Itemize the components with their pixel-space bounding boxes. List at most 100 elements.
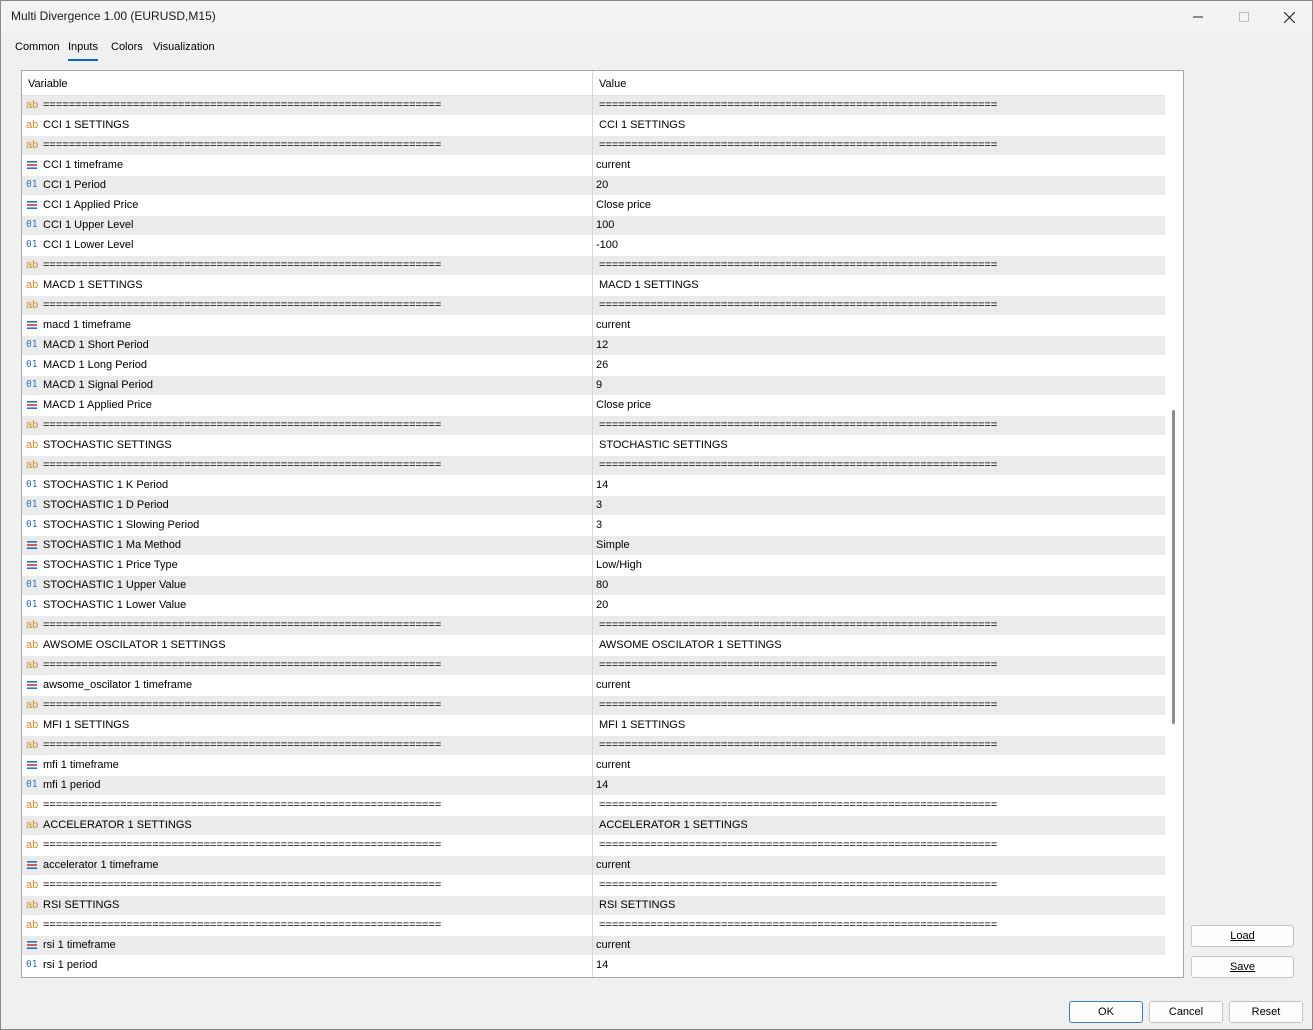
value-cell[interactable]: current [596,759,1156,771]
value-cell[interactable]: 14 [596,959,1156,971]
table-row[interactable]: ab ======================================… [22,296,1165,316]
value-cell[interactable]: ========================================… [599,99,1159,111]
value-cell[interactable]: CCI 1 SETTINGS [599,119,1159,131]
value-cell[interactable]: current [596,319,1156,331]
value-cell[interactable]: ========================================… [599,799,1159,811]
close-button[interactable] [1266,1,1312,33]
table-row[interactable]: ab ======================================… [22,656,1165,676]
table-row[interactable]: 01 rsi 1 period 14 [22,956,1165,976]
value-cell[interactable]: current [596,939,1156,951]
table-row[interactable]: ab MFI 1 SETTINGS MFI 1 SETTINGS [22,716,1165,736]
value-cell[interactable]: ========================================… [599,879,1159,891]
value-cell[interactable]: ========================================… [599,139,1159,151]
table-row[interactable]: ab ======================================… [22,616,1165,636]
table-row[interactable]: mfi 1 timeframe current [22,756,1165,776]
table-row[interactable]: ab ======================================… [22,796,1165,816]
table-row[interactable]: ab ======================================… [22,836,1165,856]
value-cell[interactable]: ========================================… [599,619,1159,631]
table-row[interactable]: ab ======================================… [22,416,1165,436]
table-row[interactable]: ab MACD 1 SETTINGS MACD 1 SETTINGS [22,276,1165,296]
table-row[interactable]: 01 MACD 1 Short Period 12 [22,336,1165,356]
table-row[interactable]: awsome_oscilator 1 timeframe current [22,676,1165,696]
table-row[interactable]: ab STOCHASTIC SETTINGS STOCHASTIC SETTINGS [22,436,1165,456]
table-row[interactable]: ab ======================================… [22,736,1165,756]
value-cell[interactable]: current [596,159,1156,171]
value-cell[interactable]: current [596,679,1156,691]
table-row[interactable]: 01 MACD 1 Long Period 26 [22,356,1165,376]
table-row[interactable]: macd 1 timeframe current [22,316,1165,336]
load-button[interactable]: Load [1191,925,1294,947]
table-row[interactable]: rsi 1 timeframe current [22,936,1165,956]
value-cell[interactable]: ========================================… [599,739,1159,751]
value-cell[interactable]: 14 [596,779,1156,791]
tab-inputs[interactable]: Inputs [68,41,98,61]
value-cell[interactable]: 9 [596,379,1156,391]
value-cell[interactable]: ========================================… [599,659,1159,671]
value-cell[interactable]: Simple [596,539,1156,551]
value-cell[interactable]: ========================================… [599,299,1159,311]
table-row[interactable]: MACD 1 Applied Price Close price [22,396,1165,416]
value-cell[interactable]: 3 [596,519,1156,531]
value-cell[interactable]: -100 [596,239,1156,251]
table-row[interactable]: ab ======================================… [22,696,1165,716]
minimize-button[interactable] [1175,1,1221,33]
table-row[interactable]: ab ======================================… [22,876,1165,896]
value-cell[interactable]: ========================================… [599,459,1159,471]
value-cell[interactable]: 20 [596,599,1156,611]
header-variable[interactable]: Variable [28,78,68,90]
table-row[interactable]: 01 CCI 1 Upper Level 100 [22,216,1165,236]
table-row[interactable]: ab ACCELERATOR 1 SETTINGS ACCELERATOR 1 SE… [22,816,1165,836]
value-cell[interactable]: ACCELERATOR 1 SETTINGS [599,819,1159,831]
table-row[interactable]: 01 CCI 1 Period 20 [22,176,1165,196]
value-cell[interactable]: STOCHASTIC SETTINGS [599,439,1159,451]
value-cell[interactable]: ========================================… [599,419,1159,431]
table-row[interactable]: ab ======================================… [22,136,1165,156]
value-cell[interactable]: 14 [596,479,1156,491]
value-cell[interactable]: 20 [596,179,1156,191]
table-row[interactable]: 01 MACD 1 Signal Period 9 [22,376,1165,396]
value-cell[interactable]: 80 [596,579,1156,591]
table-row[interactable]: 01 STOCHASTIC 1 K Period 14 [22,476,1165,496]
table-row[interactable]: 01 STOCHASTIC 1 Upper Value 80 [22,576,1165,596]
scrollbar-thumb[interactable] [1172,410,1175,724]
value-cell[interactable]: 26 [596,359,1156,371]
value-cell[interactable]: Low/High [596,559,1156,571]
value-cell[interactable]: AWSOME OSCILATOR 1 SETTINGS [599,639,1159,651]
table-row[interactable]: CCI 1 timeframe current [22,156,1165,176]
table-row[interactable]: CCI 1 Applied Price Close price [22,196,1165,216]
table-row[interactable]: ab ======================================… [22,96,1165,116]
table-row[interactable]: ab RSI SETTINGS RSI SETTINGS [22,896,1165,916]
tab-colors[interactable]: Colors [111,41,143,59]
value-cell[interactable]: 100 [596,219,1156,231]
value-cell[interactable]: ========================================… [599,919,1159,931]
table-row[interactable]: accelerator 1 timeframe current [22,856,1165,876]
value-cell[interactable]: Close price [596,199,1156,211]
ok-button[interactable]: OK [1069,1001,1143,1023]
value-cell[interactable]: RSI SETTINGS [599,899,1159,911]
save-button[interactable]: Save [1191,956,1294,978]
vertical-scrollbar[interactable] [1165,71,1182,977]
title-bar[interactable]: Multi Divergence 1.00 (EURUSD,M15) [1,1,1312,33]
value-cell[interactable]: Close price [596,399,1156,411]
tab-visualization[interactable]: Visualization [153,41,215,59]
value-cell[interactable]: MFI 1 SETTINGS [599,719,1159,731]
header-value[interactable]: Value [599,78,626,90]
table-row[interactable]: ab AWSOME OSCILATOR 1 SETTINGS AWSOME OSCI… [22,636,1165,656]
value-cell[interactable]: ========================================… [599,259,1159,271]
table-row[interactable]: STOCHASTIC 1 Price Type Low/High [22,556,1165,576]
value-cell[interactable]: 3 [596,499,1156,511]
value-cell[interactable]: MACD 1 SETTINGS [599,279,1159,291]
cancel-button[interactable]: Cancel [1149,1001,1223,1023]
reset-button[interactable]: Reset [1229,1001,1303,1023]
table-row[interactable]: 01 STOCHASTIC 1 Slowing Period 3 [22,516,1165,536]
table-row[interactable]: 01 STOCHASTIC 1 D Period 3 [22,496,1165,516]
value-cell[interactable]: 12 [596,339,1156,351]
value-cell[interactable]: ========================================… [599,839,1159,851]
table-row[interactable]: ab ======================================… [22,916,1165,936]
table-row[interactable]: 01 mfi 1 period 14 [22,776,1165,796]
value-cell[interactable]: current [596,859,1156,871]
table-row[interactable]: STOCHASTIC 1 Ma Method Simple [22,536,1165,556]
table-row[interactable]: ab ======================================… [22,256,1165,276]
table-row[interactable]: ab ======================================… [22,456,1165,476]
table-row[interactable]: ab CCI 1 SETTINGS CCI 1 SETTINGS [22,116,1165,136]
